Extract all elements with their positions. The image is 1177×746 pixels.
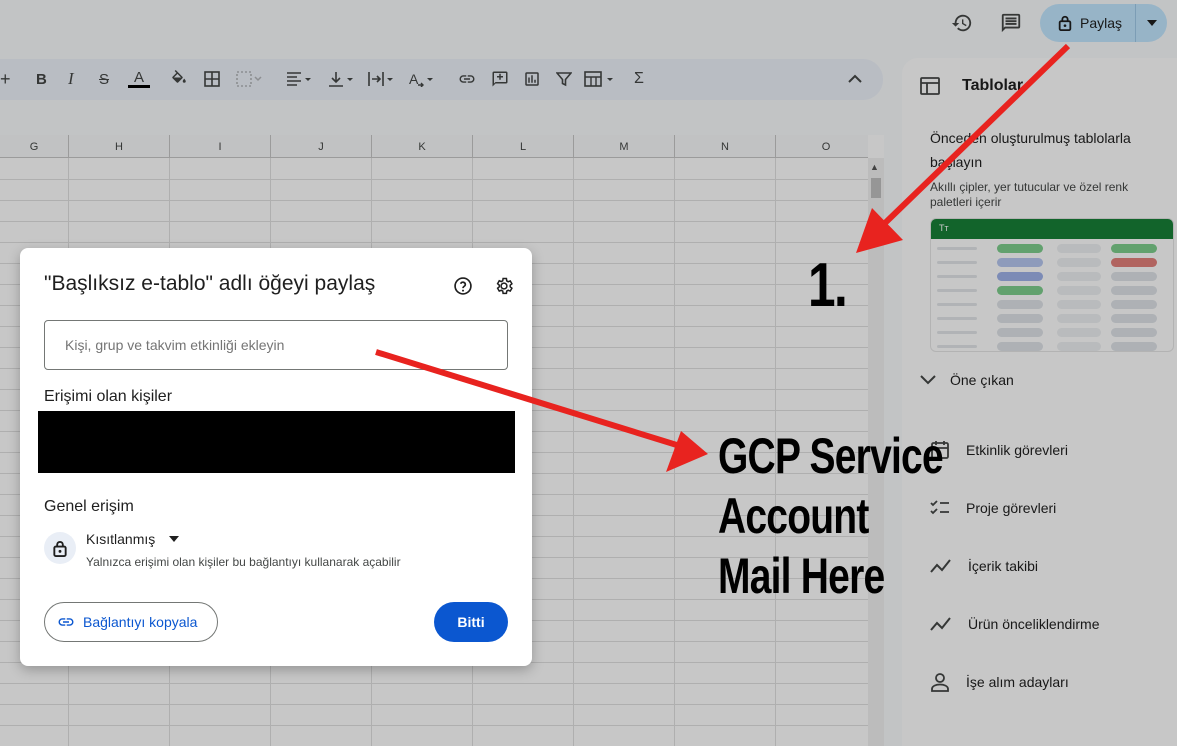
annotation-line: Mail Here (718, 548, 885, 604)
general-access-label: Genel erişim (44, 498, 134, 515)
access-level-value: Kısıtlanmış (86, 531, 156, 547)
copy-link-label: Bağlantıyı kopyala (83, 614, 198, 630)
settings-gear-icon[interactable] (493, 275, 515, 297)
annotation-line: Account (718, 488, 869, 544)
service-account-annotation: GCP Service Account Mail Here (718, 426, 944, 606)
redacted-people-list (38, 411, 515, 473)
caret-down-icon (169, 536, 180, 542)
dialog-title: "Başlıksız e-tablo" adlı öğeyi paylaş (44, 272, 376, 295)
link-icon (58, 618, 74, 626)
share-dialog: "Başlıksız e-tablo" adlı öğeyi paylaş Er… (20, 248, 532, 666)
access-level-dropdown[interactable]: Kısıtlanmış (86, 531, 180, 547)
annotation-line: GCP Service (718, 428, 944, 484)
done-button[interactable]: Bitti (434, 602, 508, 642)
people-with-access-label: Erişimi olan kişiler (44, 388, 173, 405)
step-number-annotation: 1. (808, 251, 848, 320)
copy-link-button[interactable]: Bağlantıyı kopyala (44, 602, 218, 642)
add-people-input[interactable] (44, 320, 508, 370)
access-description: Yalnızca erişimi olan kişiler bu bağlant… (86, 555, 401, 569)
help-icon[interactable] (452, 275, 474, 297)
restricted-lock-icon (44, 532, 76, 564)
